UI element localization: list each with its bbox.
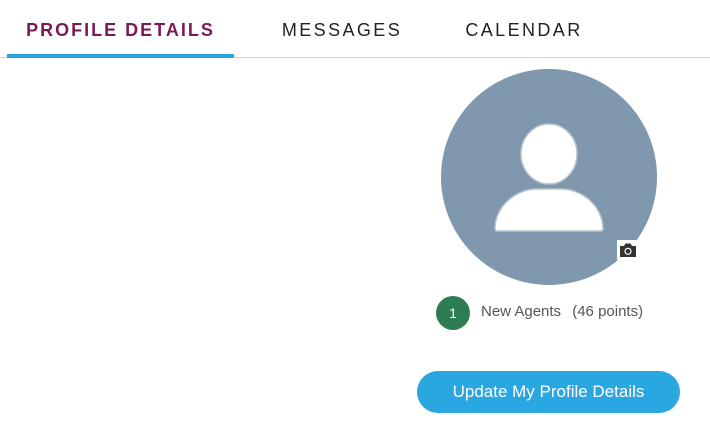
tab-messages-label: MESSAGES (281, 20, 403, 40)
rank-points: (46 points) (572, 303, 644, 320)
rank-name: New Agents (481, 303, 562, 320)
tab-profile-details[interactable]: PROFILE DETAILS (7, 0, 234, 58)
rank-info: New Agents (46 points) (481, 302, 643, 322)
tab-profile-details-label: PROFILE DETAILS (26, 20, 215, 40)
tab-calendar-label: CALENDAR (465, 20, 583, 40)
rank-badge: 1 (436, 296, 470, 330)
update-profile-button[interactable]: Update My Profile Details (417, 371, 680, 413)
camera-icon[interactable] (617, 240, 639, 260)
tab-messages[interactable]: MESSAGES (272, 0, 412, 57)
tab-bar: PROFILE DETAILS MESSAGES CALENDAR (0, 0, 710, 58)
tab-calendar[interactable]: CALENDAR (456, 0, 592, 57)
active-tab-indicator (7, 54, 234, 58)
